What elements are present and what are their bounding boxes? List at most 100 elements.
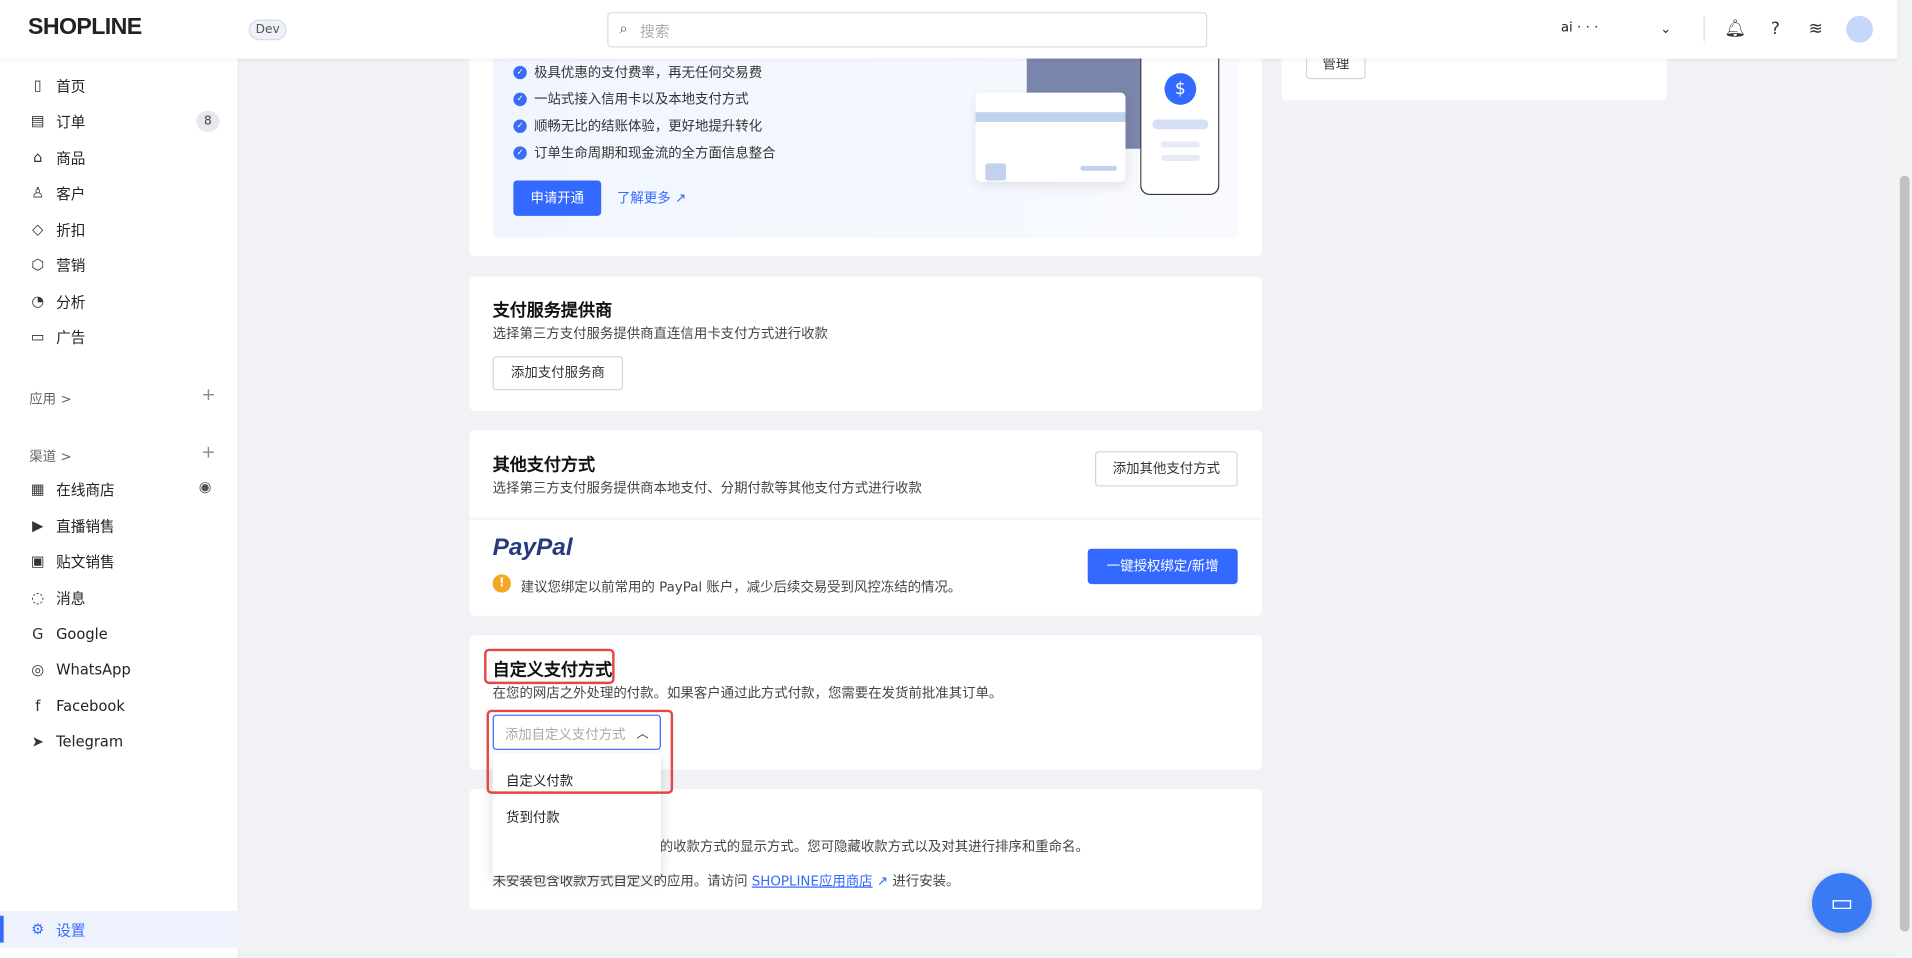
check-icon: ✓ bbox=[513, 92, 527, 106]
other-payments-card: 其他支付方式 选择第三方支付服务提供商本地支付、分期付款等其他支付方式进行收款 … bbox=[469, 430, 1263, 616]
eye-icon[interactable]: ◉ bbox=[199, 478, 212, 495]
sidebar-item-label: 商品 bbox=[56, 149, 86, 167]
sidebar-item-label: Google bbox=[56, 625, 108, 643]
shopline-payments-card: ✓ 极具优惠的支付费率，再无任何交易费 ✓ 一站式接入信用卡以及本地支付方式 ✓ 顺畅无比… bbox=[469, 36, 1263, 257]
ad-icon: ▭ bbox=[30, 328, 45, 346]
sidebar-item-label: 折扣 bbox=[56, 221, 86, 239]
sidebar-item[interactable]: ⬡ 营销 bbox=[0, 248, 239, 282]
channels-group[interactable]: 渠道 > bbox=[29, 446, 71, 466]
sidebar-item[interactable]: ♙ 客户 bbox=[0, 176, 239, 210]
env-badge: Dev bbox=[248, 19, 287, 41]
section-title: 支付服务提供商 bbox=[492, 301, 613, 321]
section-desc: 的收款方式的显示方式。您可隐藏收款方式以及对其进行排序和重命名。 bbox=[659, 838, 1089, 855]
add-other-payment-button[interactable]: 添加其他支付方式 bbox=[1095, 451, 1238, 487]
paypal-logo: PayPal bbox=[492, 534, 573, 561]
sidebar-channel[interactable]: ◌ 消息 bbox=[0, 580, 239, 614]
dropdown-option[interactable]: 货到付款 bbox=[506, 807, 560, 827]
wifi-icon[interactable]: ≋ bbox=[1803, 17, 1827, 41]
box-icon: ⬡ bbox=[31, 256, 45, 274]
sidebar-item-label: 营销 bbox=[56, 256, 86, 274]
channel-icon: f bbox=[35, 697, 41, 715]
sidebar-channel[interactable]: ▶ 直播销售 bbox=[0, 508, 239, 542]
channel-icon: ▦ bbox=[30, 480, 45, 498]
channel-icon: ▶ bbox=[32, 517, 44, 535]
feature-bullet: ✓ 一站式接入信用卡以及本地支付方式 bbox=[513, 89, 749, 109]
sidebar-item[interactable]: ▭ 广告 bbox=[0, 319, 239, 353]
search-placeholder: 搜索 bbox=[640, 23, 670, 41]
account-name[interactable]: ai · · · bbox=[1561, 20, 1599, 36]
sidebar-item[interactable]: ◔ 分析 bbox=[0, 284, 239, 318]
scrollbar-thumb[interactable] bbox=[1899, 175, 1910, 932]
channel-icon: ◎ bbox=[31, 660, 45, 678]
warning-icon: ! bbox=[492, 574, 511, 593]
dashboard-icon: ▯ bbox=[33, 76, 42, 94]
order-icon: ▤ bbox=[30, 112, 45, 130]
chevron-down-icon[interactable]: ⌄ bbox=[1654, 17, 1678, 41]
scrollbar[interactable] bbox=[1897, 58, 1912, 958]
sidebar-channel[interactable]: ◎ WhatsApp bbox=[0, 652, 239, 686]
section-title: 其他支付方式 bbox=[492, 456, 596, 476]
user-icon: ♙ bbox=[31, 184, 45, 202]
sidebar-item-label: WhatsApp bbox=[56, 660, 131, 678]
avatar[interactable] bbox=[1846, 15, 1873, 43]
highlight-box bbox=[484, 648, 615, 685]
plus-icon[interactable]: + bbox=[201, 443, 215, 463]
sidebar-channel[interactable]: f Facebook bbox=[0, 689, 239, 723]
dollar-icon: $ bbox=[1164, 73, 1197, 105]
bell-icon[interactable]: 🔔︎ bbox=[1723, 17, 1747, 41]
sidebar-item-settings[interactable]: ⚙ 设置 bbox=[0, 910, 240, 948]
sidebar-channel[interactable]: G Google bbox=[0, 617, 239, 651]
channel-icon: G bbox=[32, 625, 44, 643]
tag-icon: ◇ bbox=[32, 220, 44, 238]
divider bbox=[1703, 17, 1705, 42]
sidebar-item[interactable]: ▯ 首页 bbox=[0, 68, 239, 102]
plus-icon[interactable]: + bbox=[201, 385, 215, 405]
payment-providers-card: 支付服务提供商 选择第三方支付服务提供商直连信用卡支付方式进行收款 添加支付服务… bbox=[469, 276, 1263, 411]
sidebar-item-label: 直播销售 bbox=[56, 517, 115, 535]
sidebar-item-label: 在线商店 bbox=[56, 481, 115, 499]
channel-icon: ➤ bbox=[31, 732, 44, 750]
divider bbox=[469, 518, 1263, 520]
highlight-box bbox=[486, 709, 674, 794]
illustration-bar bbox=[1152, 119, 1209, 130]
illustration-phone: $ bbox=[1140, 36, 1220, 196]
sidebar-item-label: 客户 bbox=[56, 184, 86, 202]
bag-icon: ⌂ bbox=[33, 148, 43, 166]
check-icon: ✓ bbox=[513, 145, 527, 160]
check-icon: ✓ bbox=[513, 65, 527, 79]
sidebar-channel[interactable]: ➤ Telegram bbox=[0, 724, 239, 758]
chat-button[interactable]: ▭ bbox=[1812, 873, 1872, 933]
apply-button[interactable]: 申请开通 bbox=[513, 180, 602, 216]
paypal-bind-button[interactable]: 一键授权绑定/新增 bbox=[1087, 548, 1238, 585]
shopline-logo: SHOPLINE bbox=[28, 14, 142, 41]
add-provider-button[interactable]: 添加支付服务商 bbox=[492, 356, 624, 391]
search-input[interactable]: ⌕ 搜索 bbox=[607, 12, 1208, 48]
feature-bullet: ✓ 订单生命周期和现金流的全方面信息整合 bbox=[513, 143, 776, 163]
illustration-credit-card bbox=[975, 92, 1126, 182]
feature-bullet: ✓ 顺畅无比的结账体验，更好地提升转化 bbox=[513, 116, 762, 136]
apps-group[interactable]: 应用 > bbox=[29, 389, 71, 409]
sidebar-item-label: 设置 bbox=[56, 921, 86, 939]
sidebar-channel[interactable]: ▣ 贴文销售 bbox=[0, 544, 239, 578]
illustration-bar bbox=[1160, 141, 1200, 148]
search-icon: ⌕ bbox=[619, 19, 628, 37]
sidebar-item[interactable]: ⌂ 商品 bbox=[0, 140, 239, 174]
check-icon: ✓ bbox=[513, 118, 527, 133]
paypal-warning: 建议您绑定以前常用的 PayPal 账户，减少后续交易受到风控冻结的情况。 bbox=[520, 579, 962, 596]
sidebar-item[interactable]: ◇ 折扣 bbox=[0, 212, 239, 246]
sidebar-item-label: 消息 bbox=[56, 589, 86, 607]
help-icon[interactable]: ? bbox=[1763, 17, 1787, 41]
external-link-icon: ↗ bbox=[876, 873, 889, 889]
app-store-link[interactable]: SHOPLINE应用商店 bbox=[752, 873, 873, 889]
feature-bullet: ✓ 极具优惠的支付费率，再无任何交易费 bbox=[513, 62, 762, 82]
sidebar-item-label: Telegram bbox=[56, 732, 124, 750]
external-link-icon: ↗ bbox=[674, 190, 687, 207]
sidebar-item-label: 分析 bbox=[56, 293, 86, 311]
sidebar-item-label: 订单 bbox=[56, 112, 86, 130]
section-desc: 在您的网店之外处理的付款。如果客户通过此方式付款，您需要在发货前批准其订单。 bbox=[492, 685, 1003, 702]
section-desc: 选择第三方支付服务提供商直连信用卡支付方式进行收款 bbox=[492, 325, 828, 342]
top-bar: SHOPLINE Dev ⌕ 搜索 ai · · · ⌄ 🔔︎ ? ≋ bbox=[0, 0, 1898, 59]
learn-more-link[interactable]: 了解更多 ↗ bbox=[617, 188, 686, 208]
pie-icon: ◔ bbox=[31, 292, 45, 310]
sidebar-item-label: Facebook bbox=[56, 697, 125, 715]
